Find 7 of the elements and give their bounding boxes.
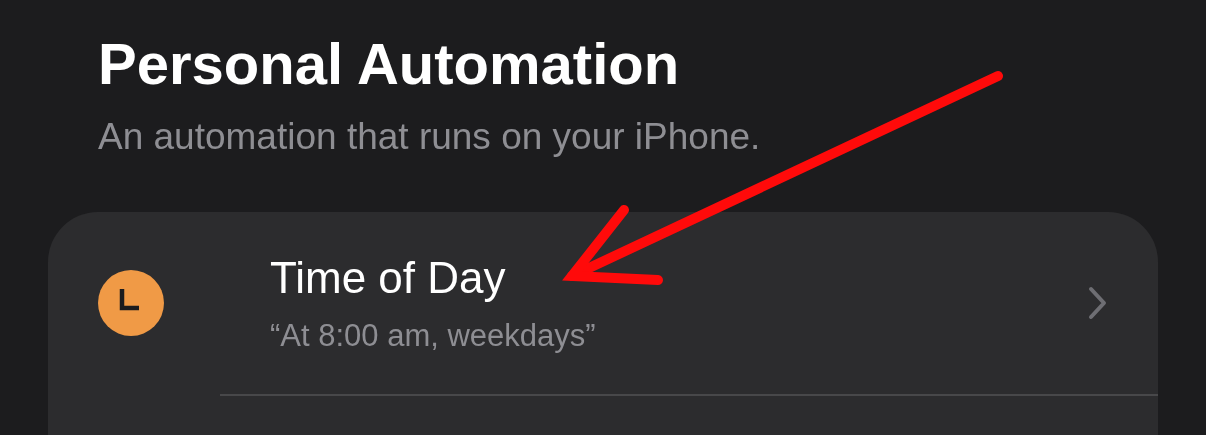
chevron-icon: [1088, 286, 1108, 320]
page-subtitle: An automation that runs on your iPhone.: [98, 115, 762, 159]
trigger-detail: “At 8:00 am, weekdays”: [270, 317, 597, 355]
clock-icon: [98, 270, 164, 336]
trigger-row[interactable]: Time of Day “At 8:00 am, weekdays”: [48, 212, 1158, 394]
trigger-title: Time of Day: [270, 252, 507, 304]
page-title: Personal Automation: [98, 30, 681, 98]
